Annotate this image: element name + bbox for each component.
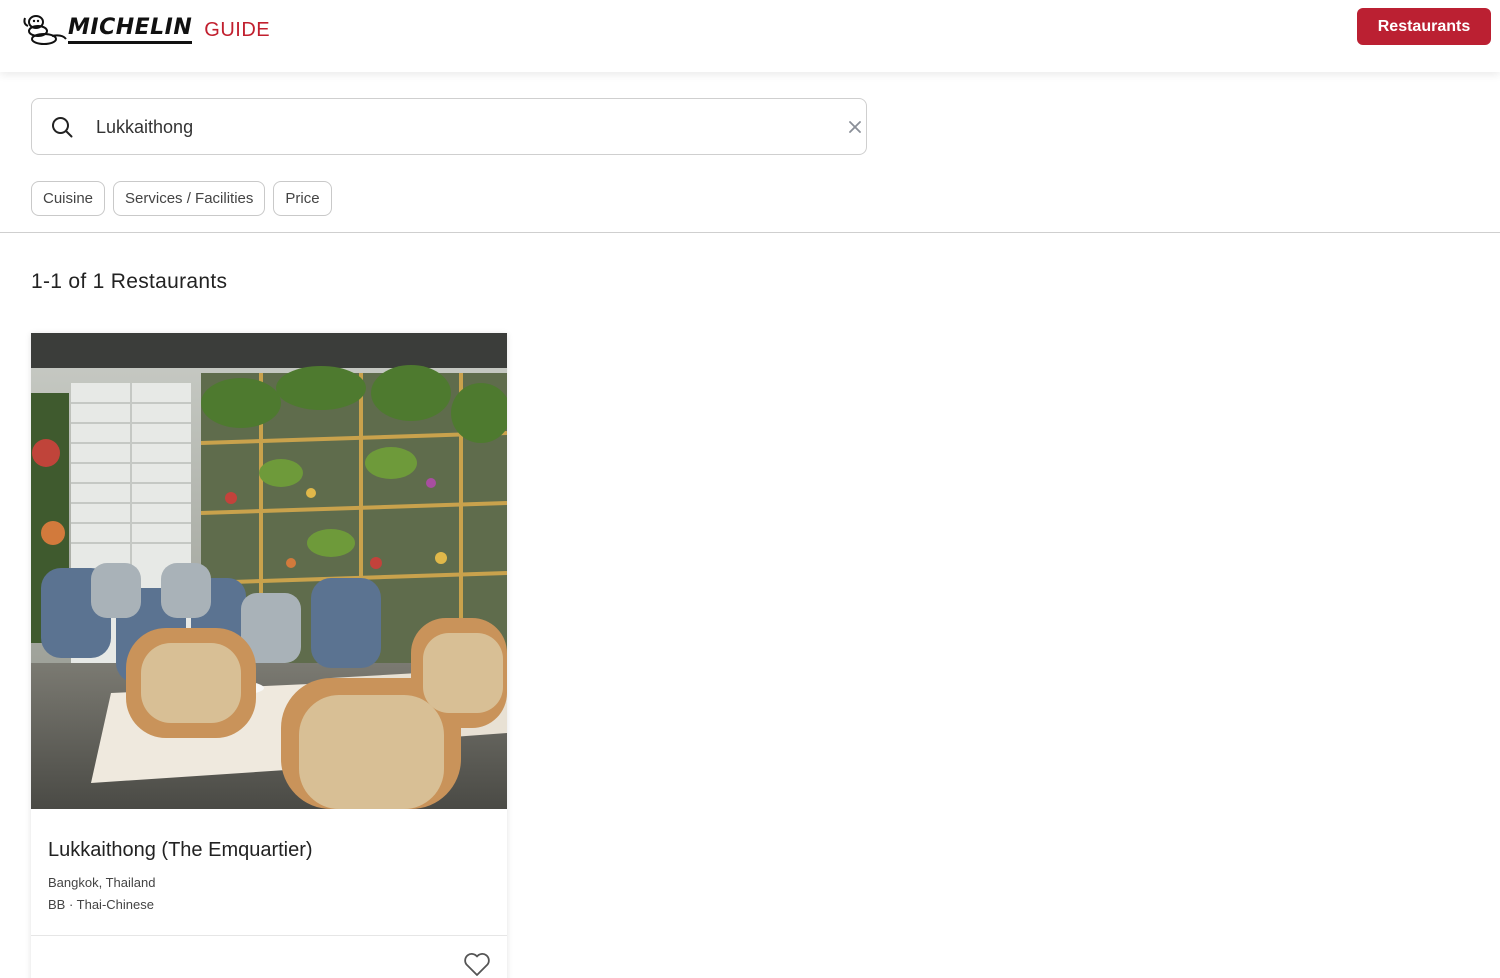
logo-wordmark: MICHELIN (68, 16, 193, 44)
restaurant-location: Bangkok, Thailand (48, 875, 156, 890)
results-count: 1-1 of 1 Restaurants (31, 270, 228, 293)
restaurant-info: Lukkaithong (The Emquartier) Bangkok, Th… (48, 838, 488, 913)
michelin-guide-logo[interactable]: MICHELIN GUIDE (22, 10, 270, 50)
search-input[interactable] (96, 111, 796, 143)
site-header: MICHELIN GUIDE Restaurants (0, 0, 1500, 72)
search-bar (31, 98, 867, 155)
filter-bar: Cuisine Services / Facilities Price (31, 181, 332, 216)
filter-services-facilities[interactable]: Services / Facilities (113, 181, 266, 216)
filter-price[interactable]: Price (273, 181, 332, 216)
search-icon (52, 117, 73, 138)
restaurant-price-cuisine: BB · Thai-Chinese (48, 897, 154, 912)
card-divider (31, 935, 507, 936)
restaurant-name[interactable]: Lukkaithong (The Emquartier) (48, 838, 488, 862)
heart-icon[interactable] (463, 951, 491, 977)
restaurant-photo[interactable] (31, 333, 507, 809)
divider (0, 232, 1500, 233)
bibendum-icon (23, 15, 67, 45)
restaurants-nav-button[interactable]: Restaurants (1357, 8, 1491, 45)
restaurant-card[interactable]: Lukkaithong (The Emquartier) Bangkok, Th… (31, 333, 507, 978)
close-icon[interactable] (845, 117, 865, 137)
filter-cuisine[interactable]: Cuisine (31, 181, 106, 216)
logo-guide-label: GUIDE (204, 18, 271, 41)
